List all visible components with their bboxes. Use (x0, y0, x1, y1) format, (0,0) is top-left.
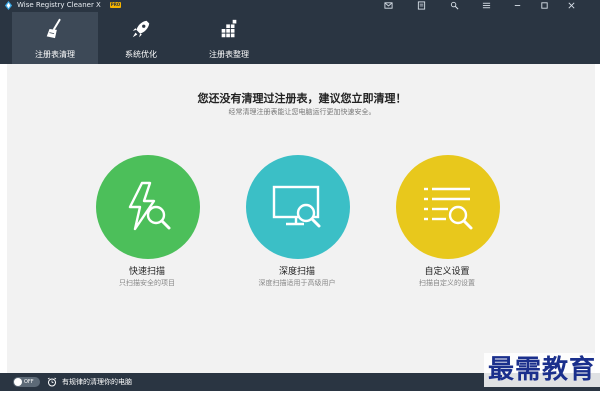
close-button[interactable] (563, 0, 579, 11)
tab-system-optimize[interactable]: 系统优化 (98, 12, 184, 64)
custom-settings-desc: 扫描自定义的设置 (419, 279, 475, 287)
alarm-clock-icon (47, 377, 57, 387)
mail-icon (383, 2, 393, 9)
lightning-search-icon (128, 181, 171, 231)
window-edge (600, 0, 606, 400)
quick-scan-option[interactable]: 快速扫描 只扫描安全的项目 (72, 155, 222, 295)
watermark: 最需教育 (484, 353, 600, 387)
app-title: Wise Registry Cleaner X (17, 1, 101, 9)
custom-settings-option[interactable]: 自定义设置 扫描自定义的设置 (372, 155, 522, 295)
schedule-toggle[interactable]: OFF (13, 377, 40, 387)
deep-scan-desc: 深度扫描适用于高级用户 (258, 279, 336, 287)
page-title: 您还没有清理过注册表，建议您立即清理！ (197, 92, 407, 105)
quick-scan-button[interactable] (96, 155, 200, 259)
broom-icon (46, 18, 61, 39)
custom-settings-title: 自定义设置 (424, 267, 470, 277)
tab-label: 注册表整理 (209, 50, 249, 59)
app-window: Wise Registry Cleaner X PRO 注册表清理 系统优化 注… (0, 0, 606, 400)
toggle-knob (14, 378, 22, 386)
page-subtitle: 经常清理注册表能让您电脑运行更加快速安全。 (228, 108, 376, 116)
blocks-icon (221, 19, 237, 38)
feedback-icon (417, 1, 425, 10)
quick-scan-title: 快速扫描 (128, 267, 165, 277)
maximize-icon (540, 2, 548, 9)
mail-button[interactable] (380, 0, 396, 11)
list-search-icon (424, 187, 473, 230)
tab-label: 注册表清理 (35, 50, 75, 59)
main-panel: 您还没有清理过注册表，建议您立即清理！ 经常清理注册表能让您电脑运行更加快速安全… (7, 64, 595, 373)
deep-scan-option[interactable]: 深度扫描 深度扫描适用于高级用户 (222, 155, 372, 295)
app-logo-icon (4, 1, 13, 10)
header: Wise Registry Cleaner X PRO 注册表清理 系统优化 注… (0, 0, 600, 64)
deep-scan-button[interactable] (246, 155, 350, 259)
maximize-button[interactable] (536, 0, 552, 11)
toggle-label: OFF (24, 379, 34, 385)
menu-icon (482, 2, 490, 9)
monitor-search-icon (272, 185, 321, 228)
tab-registry-defrag[interactable]: 注册表整理 (186, 12, 272, 64)
feedback-button[interactable] (413, 0, 429, 11)
deep-scan-title: 深度扫描 (278, 267, 315, 277)
skin-icon (450, 1, 458, 10)
rocket-icon (132, 20, 150, 38)
custom-settings-button[interactable] (396, 155, 500, 259)
minimize-button[interactable] (509, 0, 525, 11)
menu-button[interactable] (478, 0, 494, 11)
pro-badge: PRO (110, 2, 121, 8)
close-icon (567, 2, 575, 9)
skin-button[interactable] (446, 0, 462, 11)
tab-label: 系统优化 (125, 50, 157, 59)
quick-scan-desc: 只扫描安全的项目 (119, 279, 175, 287)
schedule-text[interactable]: 有规律的清理你的电脑 (62, 376, 132, 388)
title-bar: Wise Registry Cleaner X PRO (0, 0, 600, 11)
minimize-icon (514, 5, 520, 6)
tab-registry-clean[interactable]: 注册表清理 (12, 12, 98, 64)
